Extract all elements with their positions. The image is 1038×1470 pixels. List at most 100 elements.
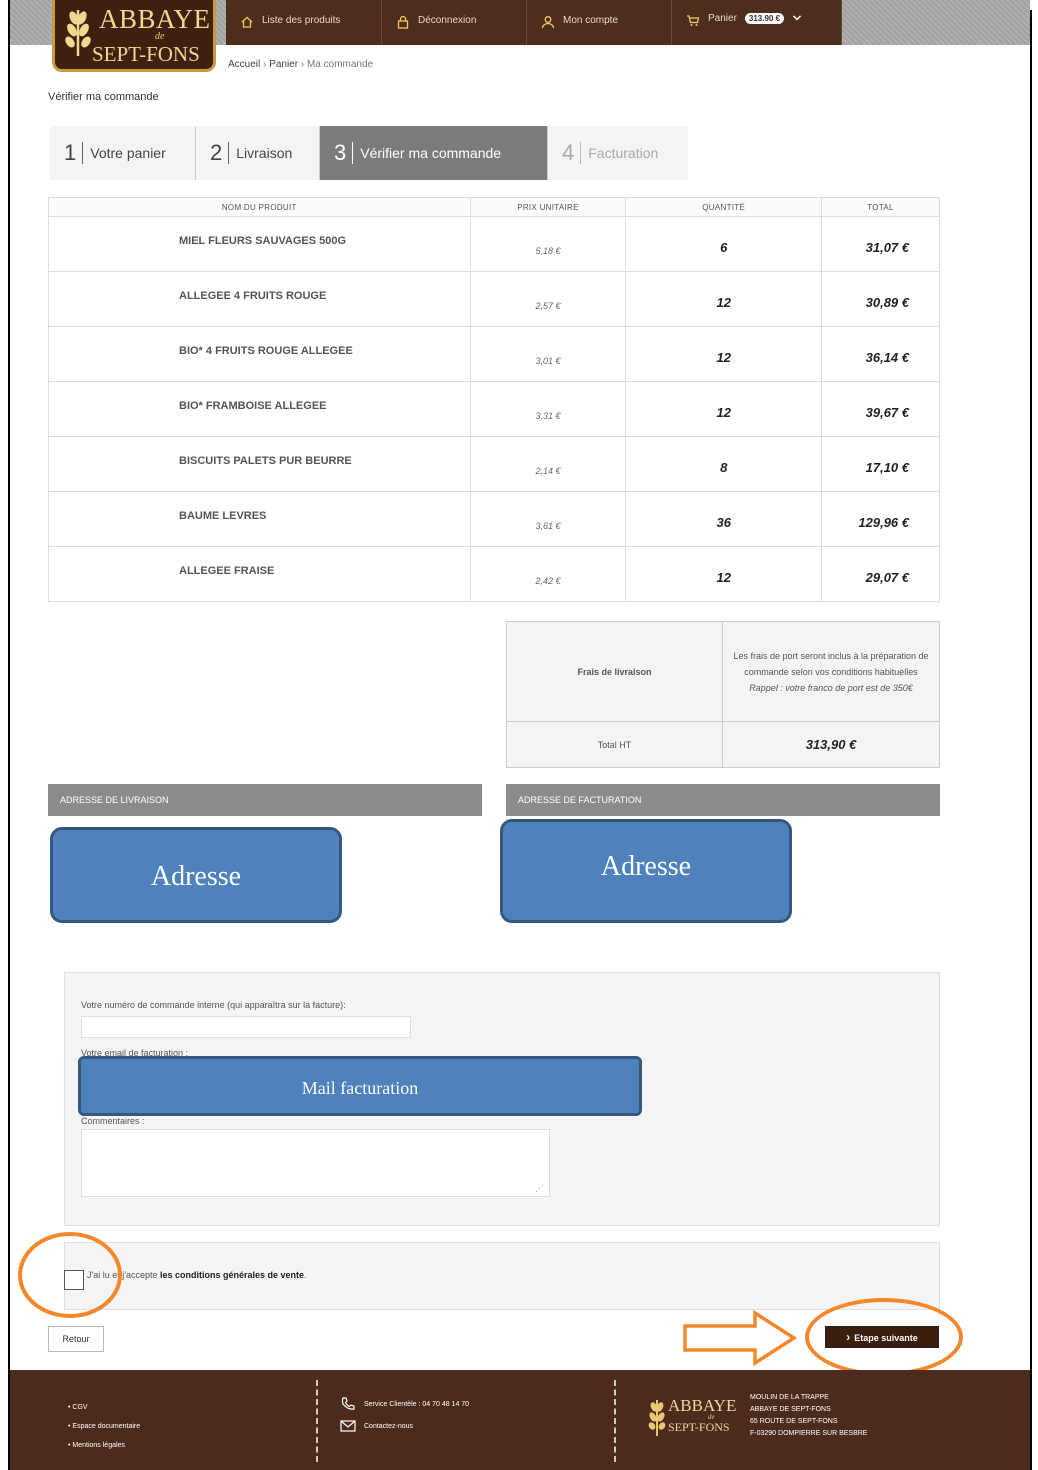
nav-account-label: Mon compte: [563, 15, 619, 26]
total-row: Total HT 313,90 €: [506, 721, 940, 768]
table-row: BIO* FRAMBOISE ALLEGEE 3,31 € 12 39,67 €: [48, 381, 940, 437]
footer-divider: [316, 1380, 318, 1462]
billing-address-header: ADRESSE DE FACTURATION: [506, 784, 940, 816]
footer-address-line: MOULIN DE LA TRAPPE: [750, 1394, 829, 1401]
billing-email-input[interactable]: Mail facturation: [78, 1056, 642, 1116]
delivery-note-text: Les frais de port seront inclus à la pré…: [733, 650, 929, 677]
quantity: 8: [625, 436, 823, 492]
delivery-fee-row: Frais de livraison Les frais de port ser…: [506, 621, 940, 722]
frame-left-border: [8, 0, 10, 1470]
delivery-reminder-text: Rappel : votre franco de port est de 350…: [749, 682, 913, 693]
footer-link-docs[interactable]: • Espace documentaire: [68, 1417, 140, 1436]
line-total: 17,10 €: [821, 436, 940, 492]
delivery-fee-note: Les frais de port seront inclus à la pré…: [722, 621, 940, 722]
footer-link-legal[interactable]: • Mentions légales: [68, 1436, 140, 1455]
nav-account[interactable]: Mon compte: [527, 0, 672, 45]
nav-logout-label: Déconnexion: [418, 15, 477, 26]
order-number-input[interactable]: [81, 1016, 411, 1038]
table-row: BISCUITS PALETS PUR BEURRE 2,14 € 8 17,1…: [48, 436, 940, 492]
breadcrumb: Accueil › Panier › Ma commande: [228, 59, 373, 70]
billing-address-box: Adresse: [500, 819, 792, 923]
line-total: 36,14 €: [821, 326, 940, 382]
cgv-panel: J'ai lu et j'accepte les conditions géné…: [64, 1242, 940, 1310]
unit-price: 3,31 €: [469, 381, 627, 437]
phone-icon: [341, 1397, 355, 1410]
footer-divider: [614, 1380, 616, 1462]
nav-cart[interactable]: Panier 313.90 €: [672, 0, 842, 45]
step-label: Votre panier: [90, 145, 166, 161]
footer-link-label: Espace documentaire: [72, 1423, 141, 1430]
footer-link-cgv[interactable]: • CGV: [68, 1398, 140, 1417]
total-ht-label: Total HT: [506, 721, 723, 768]
footer-customer-service[interactable]: Service Clientèle : 04 70 48 14 70: [340, 1396, 469, 1412]
cgv-link[interactable]: les conditions générales de vente: [160, 1270, 304, 1280]
billing-address-text: Adresse: [600, 851, 692, 882]
footer-address-line: 65 ROUTE DE SEPT-FONS: [750, 1418, 838, 1425]
footer-links: • CGV • Espace documentaire • Mentions l…: [68, 1398, 140, 1455]
product-name: BIO* 4 FRUITS ROUGE ALLEGEE: [48, 326, 471, 382]
step-cart[interactable]: 1 Votre panier: [50, 126, 196, 180]
chevron-down-icon: [792, 15, 802, 21]
back-button[interactable]: Retour: [48, 1326, 104, 1352]
order-table: NOM DU PRODUIT PRIX UNITAIRE QUANTITÉ TO…: [48, 197, 940, 602]
unit-price: 5,18 €: [469, 216, 627, 272]
annotation-circle-next: [805, 1298, 963, 1376]
quantity: 12: [625, 546, 823, 602]
totals-table: Frais de livraison Les frais de port ser…: [506, 621, 940, 768]
col-header-quantity: QUANTITÉ: [625, 197, 823, 217]
breadcrumb-home[interactable]: Accueil: [228, 59, 260, 70]
nav-cart-label: Panier: [708, 13, 737, 24]
frame-right-border: [1030, 10, 1032, 1470]
mail-icon: [340, 1420, 356, 1432]
step-number: 2: [210, 142, 230, 164]
step-review: 3 Vérifier ma commande: [320, 126, 548, 180]
resize-grip-icon[interactable]: ⋰: [535, 1183, 544, 1194]
col-header-product: NOM DU PRODUIT: [48, 197, 471, 217]
step-number: 4: [562, 142, 582, 164]
footer-address: MOULIN DE LA TRAPPE ABBAYE DE SEPT-FONS …: [750, 1392, 867, 1440]
step-label: Vérifier ma commande: [360, 145, 502, 161]
nav-logout[interactable]: Déconnexion: [382, 0, 527, 45]
nav-products[interactable]: Liste des produits: [226, 0, 382, 45]
quantity: 36: [625, 491, 823, 547]
footer-contact-text: Contactez-nous: [364, 1422, 414, 1430]
unit-price: 2,57 €: [469, 271, 627, 327]
logo-text-septfons: SEPT-FONS: [92, 42, 200, 66]
wheat-logo-icon: [648, 1400, 666, 1436]
footer-address-line: ABBAYE DE SEPT-FONS: [750, 1406, 831, 1413]
step-billing: 4 Facturation: [548, 126, 688, 180]
step-label: Livraison: [236, 145, 293, 161]
footer: • CGV • Espace documentaire • Mentions l…: [10, 1370, 1030, 1470]
delivery-address-header: ADRESSE DE LIVRAISON: [48, 784, 482, 816]
comments-textarea[interactable]: [81, 1129, 550, 1197]
breadcrumb-separator: ›: [300, 59, 305, 70]
user-icon: [541, 16, 555, 29]
step-label: Facturation: [588, 145, 659, 161]
product-name: BISCUITS PALETS PUR BEURRE: [48, 436, 471, 492]
step-number: 1: [64, 142, 84, 164]
line-total: 39,67 €: [821, 381, 940, 437]
breadcrumb-cart[interactable]: Panier: [269, 59, 298, 70]
cgv-suffix: .: [304, 1270, 307, 1280]
product-name: BAUME LEVRES: [48, 491, 471, 547]
breadcrumb-separator: ›: [263, 59, 267, 70]
annotation-arrow-icon: [683, 1310, 797, 1366]
unit-price: 3,61 €: [469, 491, 627, 547]
quantity: 12: [625, 326, 823, 382]
comments-label: Commentaires :: [81, 1116, 145, 1126]
footer-service-text: Service Clientèle : 04 70 48 14 70: [364, 1400, 470, 1408]
table-row: ALLEGEE 4 FRUITS ROUGE 2,57 € 12 30,89 €: [48, 271, 940, 327]
table-row: ALLEGEE FRAISE 2,42 € 12 29,07 €: [48, 546, 940, 602]
annotation-circle-checkbox: [18, 1232, 122, 1318]
delivery-address-box: Adresse: [50, 827, 342, 923]
table-header-row: NOM DU PRODUIT PRIX UNITAIRE QUANTITÉ TO…: [48, 197, 940, 217]
table-row: MIEL FLEURS SAUVAGES 500G 5,18 € 6 31,07…: [48, 216, 940, 272]
wheat-logo-icon: [65, 10, 91, 56]
product-name: MIEL FLEURS SAUVAGES 500G: [48, 216, 471, 272]
step-delivery[interactable]: 2 Livraison: [196, 126, 320, 180]
cart-icon: [687, 15, 700, 26]
footer-contact[interactable]: Contactez-nous: [340, 1420, 413, 1432]
brand-logo[interactable]: ABBAYE de SEPT-FONS: [52, 0, 216, 72]
footer-link-label: CGV: [72, 1404, 88, 1411]
table-row: BAUME LEVRES 3,61 € 36 129,96 €: [48, 491, 940, 547]
